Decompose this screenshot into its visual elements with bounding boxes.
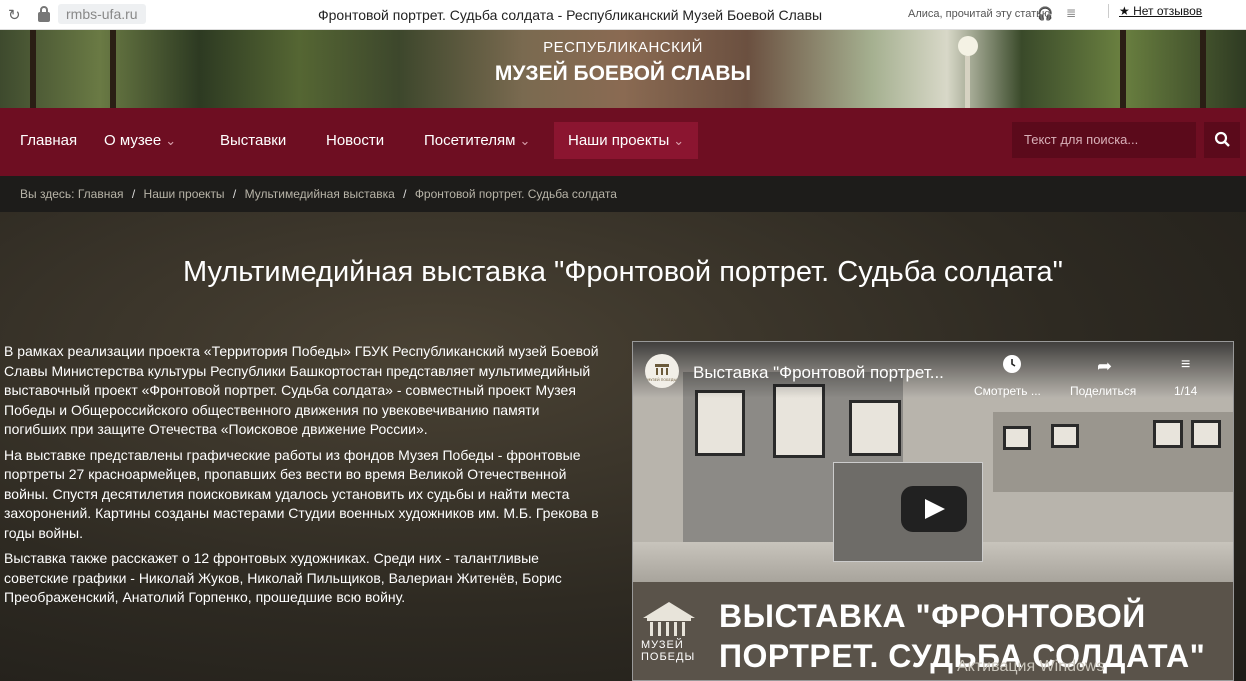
breadcrumb-item-current: Фронтовой портрет. Судьба солдата [414, 187, 617, 201]
exhibit-frame [1191, 420, 1221, 448]
site-title-line1[interactable]: РЕСПУБЛИКАНСКИЙ [0, 39, 1246, 56]
exhibit-frame [695, 390, 745, 456]
exhibit-frame [1153, 420, 1183, 448]
video-title[interactable]: Выставка "Фронтовой портрет... [693, 363, 944, 383]
headphones-icon[interactable]: 🎧 [1037, 6, 1053, 22]
chevron-down-icon: ⌄ [165, 133, 177, 148]
exhibit-frame [1003, 426, 1031, 450]
reload-icon[interactable]: ↻ [8, 6, 21, 24]
watch-later-button[interactable]: Смотреть ... [974, 384, 1041, 398]
breadcrumb-separator: / [131, 187, 136, 201]
nav-item-about[interactable]: О музее ⌄ [104, 132, 176, 149]
tab-title: Фронтовой портрет. Судьба солдата - Респ… [318, 7, 823, 23]
main-content: Мультимедийная выставка "Фронтовой портр… [0, 212, 1246, 681]
nav-item-projects[interactable]: Наши проекты ⌄ [554, 122, 699, 159]
nav-item-news[interactable]: Новости [326, 132, 384, 149]
article-paragraph: В рамках реализации проекта «Территория … [4, 343, 599, 437]
nav-item-label: Наши проекты [568, 132, 670, 149]
breadcrumb-item-home[interactable]: Главная [78, 187, 124, 201]
logo-line1: МУЗЕЙ [641, 639, 684, 651]
clock-icon[interactable] [1003, 355, 1021, 373]
exhibit-frame [1051, 424, 1079, 448]
reader-mode-icon[interactable]: ≣ [1066, 6, 1076, 20]
breadcrumb-separator: / [403, 187, 407, 201]
site-header-banner: РЕСПУБЛИКАНСКИЙ МУЗЕЙ БОЕВОЙ СЛАВЫ [0, 30, 1246, 108]
article-paragraph: На выставке представлены графические раб… [4, 446, 599, 541]
alice-read-button[interactable]: Алиса, прочитай эту статью [908, 8, 1050, 20]
chevron-down-icon: ⌄ [519, 133, 531, 148]
article-text: В рамках реализации проекта «Территория … [4, 342, 604, 614]
site-title-line2[interactable]: МУЗЕЙ БОЕВОЙ СЛАВЫ [0, 62, 1246, 86]
nav-item-exhibitions[interactable]: Выставки [220, 132, 286, 149]
playlist-counter[interactable]: 1/14 [1174, 384, 1197, 398]
lock-icon[interactable] [36, 5, 52, 23]
breadcrumb: Вы здесь: Главная / Наши проекты / Мульт… [0, 176, 1246, 212]
channel-logo-icon[interactable]: МУЗЕЙ ПОБЕДЫ [645, 354, 679, 388]
main-nav: Главная О музее ⌄ Выставки Новости Посети… [0, 108, 1246, 176]
reviews-link[interactable]: ★ Нет отзывов [1108, 4, 1202, 18]
nav-item-visitors[interactable]: Посетителям ⌄ [424, 132, 530, 149]
breadcrumb-item-multimedia[interactable]: Мультимедийная выставка [245, 187, 395, 201]
search-input[interactable]: Текст для поиска... [1012, 122, 1196, 158]
play-icon[interactable] [925, 499, 945, 519]
nav-item-label: Выставки [220, 132, 287, 149]
breadcrumb-item-projects[interactable]: Наши проекты [144, 187, 225, 201]
logo-line2: ПОБЕДЫ [641, 651, 696, 663]
windows-activation-watermark: Активация Windows [957, 658, 1105, 675]
page-title: Мультимедийная выставка "Фронтовой портр… [183, 256, 1063, 288]
nav-item-label: О музее [104, 132, 162, 149]
chevron-down-icon: ⌄ [673, 133, 685, 148]
share-icon[interactable]: ➦ [1097, 356, 1112, 377]
exhibit-frame [849, 400, 901, 456]
nav-item-label: Главная [20, 132, 78, 149]
museum-building-icon [643, 602, 695, 636]
youtube-video-player[interactable]: МУЗЕЙ ПОБЕДЫ Выставка "Фронтовой портрет… [632, 341, 1234, 681]
browser-toolbar: ↻ rmbs-ufa.ru Фронтовой портрет. Судьба … [0, 0, 1246, 30]
nav-item-label: Посетителям [424, 132, 516, 149]
address-bar[interactable]: rmbs-ufa.ru [58, 4, 146, 24]
nav-item-label: Новости [326, 132, 385, 149]
article-paragraph: Выставка также расскажет о 12 фронтовых … [4, 550, 562, 605]
nav-item-home[interactable]: Главная [20, 132, 77, 149]
search-button[interactable] [1204, 122, 1240, 158]
playlist-icon[interactable]: ≡ [1181, 356, 1190, 374]
channel-logo-text: МУЗЕЙ ПОБЕДЫ [647, 377, 676, 382]
search-icon [1214, 131, 1230, 147]
museum-logo-text: МУЗЕЙ ПОБЕДЫ [641, 639, 701, 663]
breadcrumb-separator: / [232, 187, 237, 201]
share-button[interactable]: Поделиться [1070, 384, 1136, 398]
breadcrumb-prefix: Вы здесь: [20, 187, 75, 201]
